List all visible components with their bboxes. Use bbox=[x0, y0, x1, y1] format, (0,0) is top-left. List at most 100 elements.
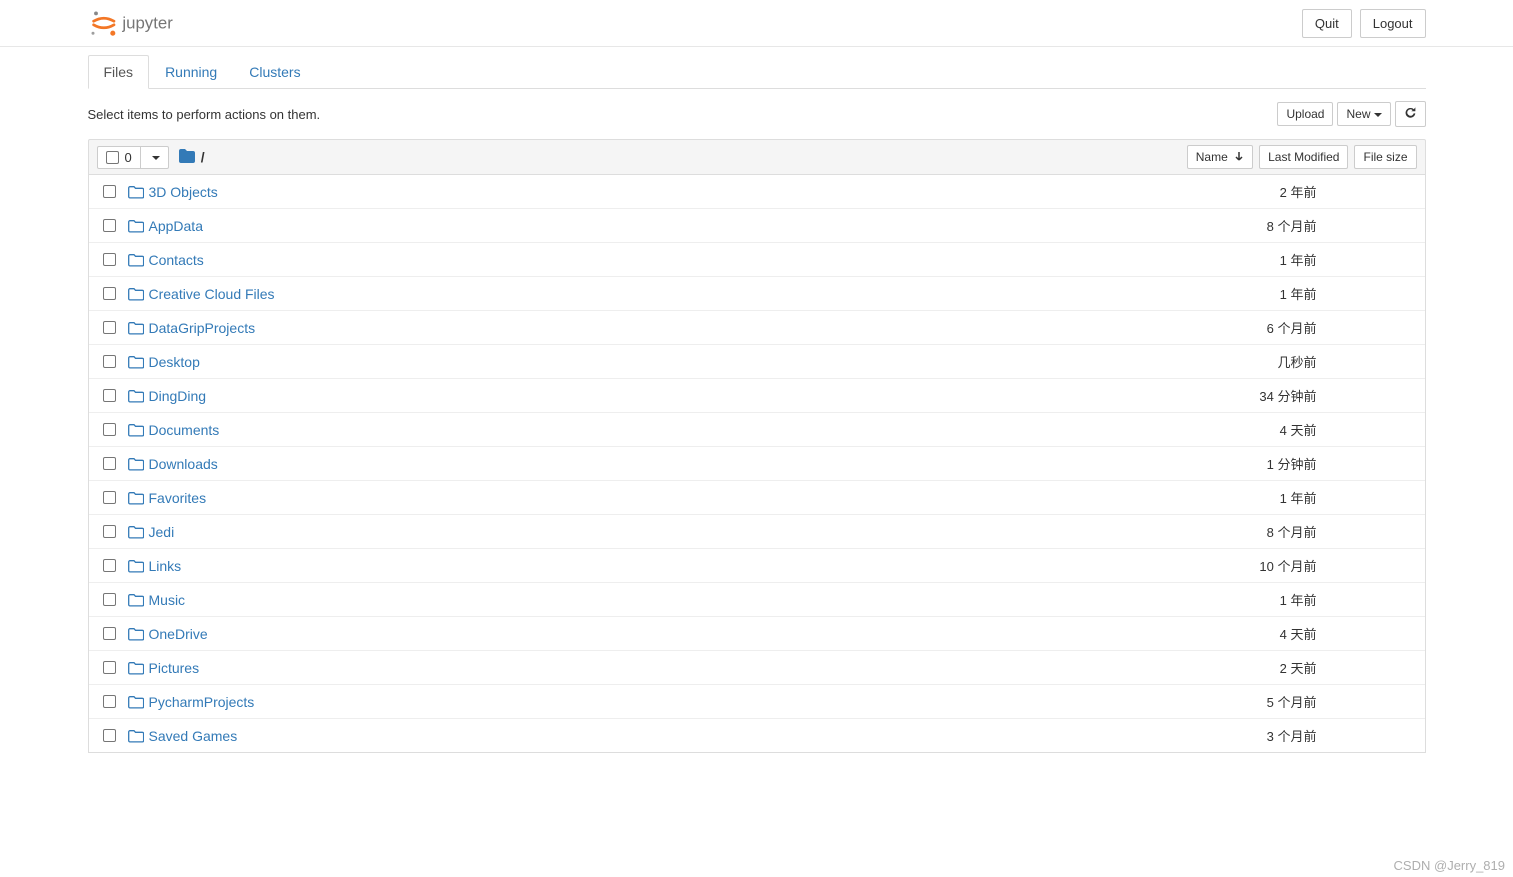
file-row: Downloads 1 分钟前 bbox=[89, 447, 1425, 481]
file-list: 3D Objects2 年前AppData8 个月前Contacts1 年前Cr… bbox=[88, 175, 1426, 753]
item-modified: 1 年前 bbox=[1280, 590, 1417, 609]
folder-icon bbox=[123, 559, 149, 573]
row-checkbox[interactable] bbox=[97, 355, 123, 368]
list-header: 0 / Name Last Modified File size bbox=[88, 139, 1426, 175]
item-modified: 1 分钟前 bbox=[1267, 454, 1417, 473]
item-name[interactable]: AppData bbox=[149, 218, 203, 234]
item-modified: 3 个月前 bbox=[1267, 726, 1417, 745]
row-checkbox[interactable] bbox=[97, 457, 123, 470]
folder-icon bbox=[123, 491, 149, 505]
select-count: 0 bbox=[125, 150, 132, 165]
caret-down-icon bbox=[152, 156, 160, 160]
file-row: Jedi8 个月前 bbox=[89, 515, 1425, 549]
item-name[interactable]: Favorites bbox=[149, 490, 207, 506]
file-row: Favorites1 年前 bbox=[89, 481, 1425, 515]
row-checkbox[interactable] bbox=[97, 287, 123, 300]
row-checkbox[interactable] bbox=[97, 661, 123, 674]
row-checkbox[interactable] bbox=[97, 423, 123, 436]
item-modified: 10 个月前 bbox=[1259, 556, 1416, 575]
item-modified: 2 天前 bbox=[1280, 658, 1417, 677]
item-name[interactable]: Desktop bbox=[149, 354, 200, 370]
tab-files[interactable]: Files bbox=[88, 55, 150, 89]
jupyter-logo[interactable]: jupyter bbox=[88, 8, 218, 38]
item-name[interactable]: Saved Games bbox=[149, 728, 238, 744]
tab-clusters[interactable]: Clusters bbox=[233, 55, 316, 89]
row-checkbox[interactable] bbox=[97, 593, 123, 606]
item-modified: 5 个月前 bbox=[1267, 692, 1417, 711]
file-row: OneDrive4 天前 bbox=[89, 617, 1425, 651]
select-hint: Select items to perform actions on them. bbox=[88, 107, 321, 122]
svg-text:jupyter: jupyter bbox=[121, 13, 173, 32]
item-name[interactable]: Links bbox=[149, 558, 182, 574]
upload-button[interactable]: Upload bbox=[1277, 102, 1333, 126]
file-row: Creative Cloud Files 1 年前 bbox=[89, 277, 1425, 311]
row-checkbox[interactable] bbox=[97, 627, 123, 640]
file-row: Links 10 个月前 bbox=[89, 549, 1425, 583]
name-col-label: Name bbox=[1196, 150, 1228, 164]
file-row: 3D Objects 2 年前 bbox=[89, 175, 1425, 209]
file-row: Pictures 2 天前 bbox=[89, 651, 1425, 685]
file-row: Desktop 几秒前 bbox=[89, 345, 1425, 379]
row-checkbox[interactable] bbox=[97, 729, 123, 742]
breadcrumb-root[interactable]: / bbox=[201, 149, 205, 165]
row-checkbox[interactable] bbox=[97, 185, 123, 198]
item-modified: 几秒前 bbox=[1277, 352, 1416, 371]
tab-running[interactable]: Running bbox=[149, 55, 233, 89]
row-checkbox[interactable] bbox=[97, 491, 123, 504]
quit-button[interactable]: Quit bbox=[1302, 9, 1352, 38]
item-name[interactable]: PycharmProjects bbox=[149, 694, 255, 710]
item-name[interactable]: 3D Objects bbox=[149, 184, 218, 200]
item-name[interactable]: OneDrive bbox=[149, 626, 208, 642]
item-modified: 34 分钟前 bbox=[1259, 386, 1416, 405]
breadcrumb[interactable]: / bbox=[179, 149, 205, 166]
refresh-button[interactable] bbox=[1395, 101, 1426, 127]
sort-last-modified[interactable]: Last Modified bbox=[1259, 145, 1348, 169]
row-checkbox[interactable] bbox=[97, 695, 123, 708]
select-all-checkbox[interactable] bbox=[106, 151, 119, 164]
folder-icon bbox=[123, 321, 149, 335]
folder-icon bbox=[123, 253, 149, 267]
folder-icon bbox=[123, 287, 149, 301]
folder-icon bbox=[123, 525, 149, 539]
select-dropdown[interactable] bbox=[140, 147, 168, 168]
file-row: DingDing 34 分钟前 bbox=[89, 379, 1425, 413]
item-name[interactable]: DingDing bbox=[149, 388, 207, 404]
row-checkbox[interactable] bbox=[97, 321, 123, 334]
item-modified: 4 天前 bbox=[1280, 420, 1417, 439]
row-checkbox[interactable] bbox=[97, 253, 123, 266]
folder-icon bbox=[123, 389, 149, 403]
folder-icon bbox=[123, 457, 149, 471]
item-name[interactable]: Documents bbox=[149, 422, 220, 438]
row-checkbox[interactable] bbox=[97, 559, 123, 572]
logout-button[interactable]: Logout bbox=[1360, 9, 1426, 38]
item-name[interactable]: DataGripProjects bbox=[149, 320, 256, 336]
item-name[interactable]: Creative Cloud Files bbox=[149, 286, 275, 302]
item-name[interactable]: Contacts bbox=[149, 252, 204, 268]
item-name[interactable]: Jedi bbox=[149, 524, 175, 540]
item-name[interactable]: Pictures bbox=[149, 660, 200, 676]
header: jupyter Quit Logout bbox=[0, 0, 1513, 47]
row-checkbox[interactable] bbox=[97, 525, 123, 538]
select-all-group[interactable]: 0 bbox=[97, 146, 169, 169]
file-row: PycharmProjects 5 个月前 bbox=[89, 685, 1425, 719]
folder-icon bbox=[123, 185, 149, 199]
file-row: Contacts 1 年前 bbox=[89, 243, 1425, 277]
row-checkbox[interactable] bbox=[97, 389, 123, 402]
new-dropdown[interactable]: New bbox=[1337, 102, 1390, 126]
item-name[interactable]: Music bbox=[149, 592, 186, 608]
file-row: Documents 4 天前 bbox=[89, 413, 1425, 447]
sort-name[interactable]: Name bbox=[1187, 145, 1253, 169]
caret-down-icon bbox=[1374, 113, 1382, 117]
sort-file-size[interactable]: File size bbox=[1354, 145, 1416, 169]
row-checkbox[interactable] bbox=[97, 219, 123, 232]
folder-icon bbox=[123, 627, 149, 641]
item-modified: 6 个月前 bbox=[1267, 318, 1417, 337]
file-row: Saved Games 3 个月前 bbox=[89, 719, 1425, 752]
item-modified: 2 年前 bbox=[1280, 182, 1417, 201]
new-label: New bbox=[1346, 107, 1370, 121]
item-name[interactable]: Downloads bbox=[149, 456, 218, 472]
item-modified: 1 年前 bbox=[1280, 284, 1417, 303]
item-modified: 1 年前 bbox=[1280, 250, 1417, 269]
arrow-down-icon bbox=[1234, 150, 1244, 164]
tab-bar: FilesRunningClusters bbox=[88, 55, 1426, 89]
